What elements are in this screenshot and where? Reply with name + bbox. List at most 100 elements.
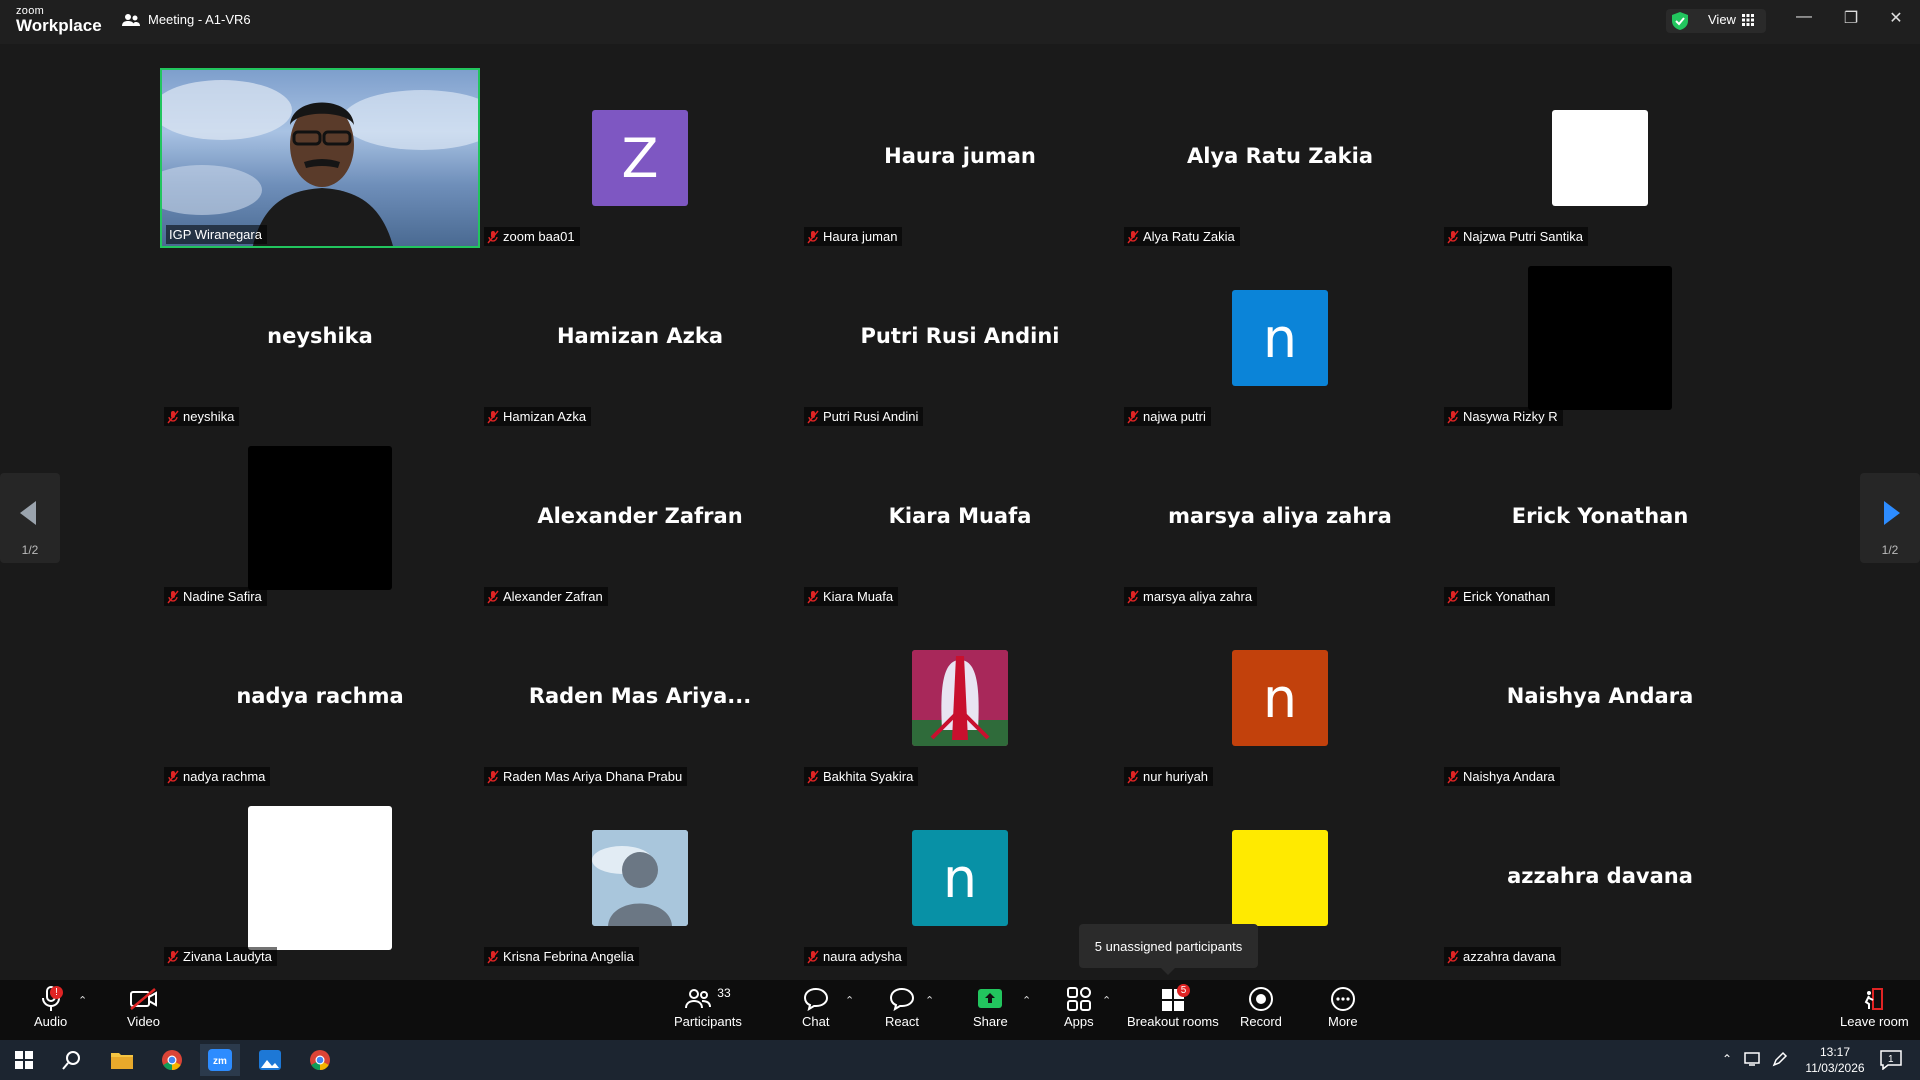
participant-tile[interactable]: Putri Rusi Andini Putri Rusi Andini [800, 248, 1120, 428]
audio-alert-badge: ! [50, 986, 63, 999]
participant-tile[interactable]: Raden Mas Ariya... Raden Mas Ariya Dhana … [480, 608, 800, 788]
chat-options-caret[interactable]: ⌃ [845, 994, 854, 1007]
react-button[interactable]: React [885, 984, 919, 1029]
record-button[interactable]: Record [1240, 984, 1282, 1029]
photos-app[interactable] [250, 1044, 290, 1076]
chat-button[interactable]: Chat [802, 984, 829, 1029]
participant-name-label: Krisna Febrina Angelia [484, 947, 639, 966]
participant-name-label: Raden Mas Ariya Dhana Prabu [484, 767, 688, 786]
react-options-caret[interactable]: ⌃ [925, 994, 934, 1007]
participant-name-label: nadya rachma [164, 767, 271, 786]
apps-button[interactable]: Apps [1064, 984, 1094, 1029]
participant-name-label: Alya Ratu Zakia [1124, 227, 1240, 246]
apps-options-caret[interactable]: ⌃ [1102, 994, 1111, 1007]
participant-name-label: Erick Yonathan [1444, 587, 1555, 606]
start-button[interactable] [4, 1044, 44, 1076]
muted-mic-icon [1447, 590, 1459, 603]
participant-name: Nadine Safira [183, 589, 262, 604]
participant-tile[interactable]: marsya aliya zahra marsya aliya zahra [1120, 428, 1440, 608]
windows-logo-icon [15, 1051, 33, 1069]
participant-tile[interactable]: Zivana Laudyta [160, 788, 480, 968]
clock-date: 11/03/2026 [1805, 1061, 1865, 1075]
participant-tile[interactable]: nadya rachma nadya rachma [160, 608, 480, 788]
participant-tile[interactable]: Najzwa Putri Santika [1440, 68, 1760, 248]
tray-overflow-caret[interactable]: ⌃ [1722, 1052, 1732, 1066]
participant-name: zoom baa01 [503, 229, 575, 244]
breakout-rooms-button[interactable]: Breakout rooms 5 [1127, 984, 1219, 1029]
participant-display-name: Haura juman [884, 144, 1036, 168]
share-button[interactable]: Share [973, 984, 1008, 1029]
participant-name-label: Naishya Andara [1444, 767, 1560, 786]
participant-name-label: Hamizan Azka [484, 407, 592, 426]
participant-tile[interactable]: Haura juman Haura juman [800, 68, 1120, 248]
more-button[interactable]: More [1328, 984, 1358, 1029]
participant-name-label: najwa putri [1124, 407, 1211, 426]
zoom-app[interactable]: zm [200, 1044, 240, 1076]
search-icon [62, 1051, 80, 1070]
audio-button[interactable]: Audio ! [34, 984, 67, 1029]
svg-text:zm: zm [213, 1056, 227, 1067]
share-screen-icon [978, 989, 1003, 1008]
participant-tile[interactable]: Hamizan Azka Hamizan Azka [480, 248, 800, 428]
more-label: More [1328, 1014, 1358, 1029]
file-explorer-app[interactable] [102, 1044, 142, 1076]
close-button[interactable]: ✕ [1881, 8, 1911, 28]
participant-name-label: IGP Wiranegara [166, 225, 267, 244]
video-button[interactable]: Video [127, 984, 160, 1029]
participant-name-label: Najzwa Putri Santika [1444, 227, 1588, 246]
shield-check-icon [1672, 12, 1688, 30]
chat-label: Chat [802, 1014, 830, 1029]
participant-display-name: azzahra davana [1507, 864, 1693, 888]
prev-page-button[interactable]: 1/2 [0, 473, 60, 563]
participant-tile[interactable]: Alexander Zafran Alexander Zafran [480, 428, 800, 608]
participant-tile[interactable]: n nur huriyah [1120, 608, 1440, 788]
folder-icon [111, 1053, 133, 1069]
audio-options-caret[interactable]: ⌃ [78, 994, 87, 1007]
muted-mic-icon [487, 770, 499, 783]
participant-tile[interactable]: n najwa putri [1120, 248, 1440, 428]
participant-tile[interactable]: n naura adysha [800, 788, 1120, 968]
minimize-button[interactable]: — [1789, 8, 1819, 26]
clock[interactable]: 13:17 11/03/2026 [1800, 1044, 1870, 1076]
muted-mic-icon [807, 590, 819, 603]
network-icon[interactable] [1744, 1051, 1762, 1072]
participant-tile[interactable]: Nasywa Rizky R [1440, 248, 1760, 428]
restore-button[interactable]: ❐ [1836, 8, 1866, 28]
participant-display-name: Alya Ratu Zakia [1187, 144, 1373, 168]
participant-name: Erick Yonathan [1463, 589, 1550, 604]
participant-tile[interactable]: Krisna Febrina Angelia [480, 788, 800, 968]
chrome-app[interactable] [152, 1044, 192, 1076]
pen-icon[interactable] [1772, 1051, 1788, 1072]
participant-avatar: Z [592, 110, 688, 206]
participant-name: Naishya Andara [1463, 769, 1555, 784]
participant-tile[interactable]: Zzoom baa01 [480, 68, 800, 248]
notifications-button[interactable]: 1 [1880, 1050, 1902, 1075]
chrome-profile-icon [310, 1050, 330, 1071]
video-frame [162, 80, 478, 246]
muted-mic-icon [487, 410, 499, 423]
participant-tile[interactable]: Erick Yonathan Erick Yonathan [1440, 428, 1760, 608]
meeting-info[interactable]: Meeting - A1-VR6 [122, 12, 251, 27]
record-label: Record [1240, 1014, 1282, 1029]
participant-tile[interactable]: Nadine Safira [160, 428, 480, 608]
participant-name: Nasywa Rizky R [1463, 409, 1558, 424]
next-page-button[interactable]: 1/2 [1860, 473, 1920, 563]
participants-button[interactable]: 33 Participants [674, 984, 742, 1029]
search-button[interactable] [52, 1044, 92, 1076]
participant-tile[interactable]: Naishya Andara Naishya Andara [1440, 608, 1760, 788]
leave-room-button[interactable]: Leave room [1840, 984, 1909, 1029]
participant-tile[interactable]: neyshika neyshika [160, 248, 480, 428]
participant-tile[interactable]: Alya Ratu Zakia Alya Ratu Zakia [1120, 68, 1440, 248]
muted-mic-icon [167, 950, 179, 963]
share-options-caret[interactable]: ⌃ [1022, 994, 1031, 1007]
participant-name: Alexander Zafran [503, 589, 603, 604]
zoom-logo: zoom Workplace [16, 6, 102, 35]
participant-tile[interactable]: azzahra davana azzahra davana [1440, 788, 1760, 968]
participant-tile[interactable]: Bakhita Syakira [800, 608, 1120, 788]
view-button[interactable]: View [1708, 12, 1754, 27]
meeting-toolbar: Audio ! ⌃ Video 33 Participants Chat ⌃ R… [0, 980, 1920, 1040]
participant-name: Krisna Febrina Angelia [503, 949, 634, 964]
chrome-profile-app[interactable] [300, 1044, 340, 1076]
participant-tile[interactable]: IGP Wiranegara [160, 68, 480, 248]
participant-tile[interactable]: Kiara Muafa Kiara Muafa [800, 428, 1120, 608]
